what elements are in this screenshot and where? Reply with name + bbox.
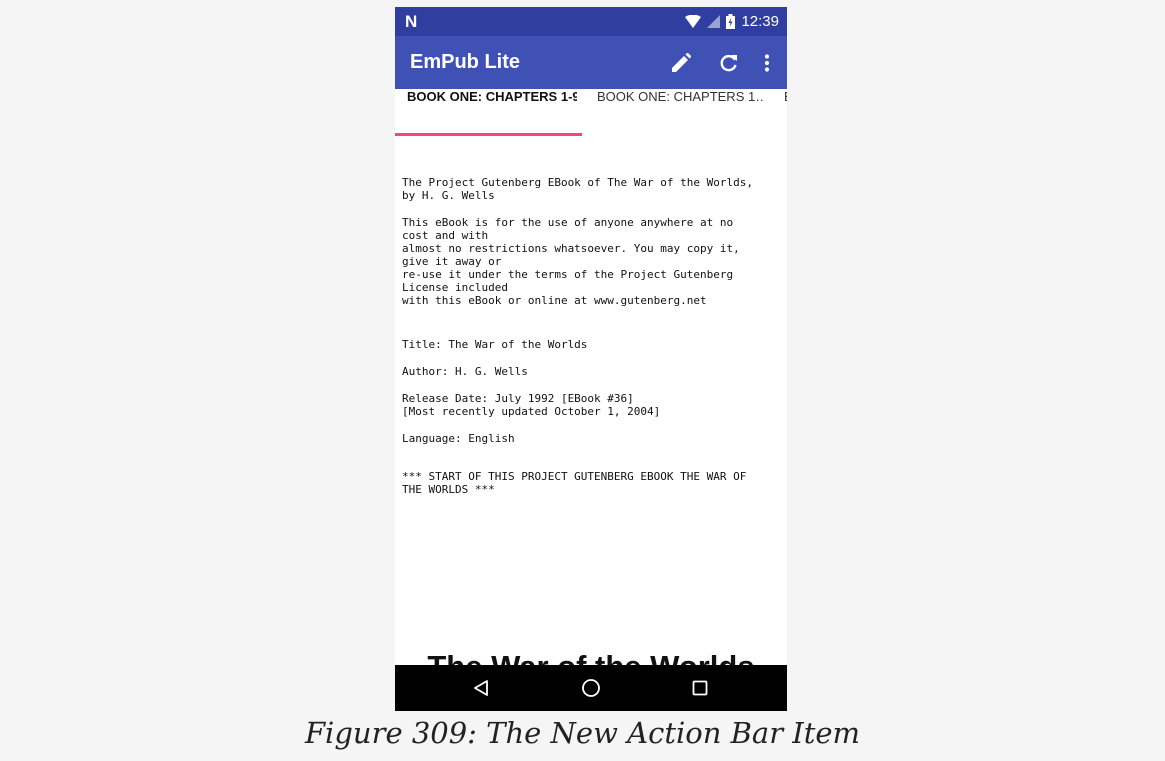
tab-next[interactable]: B (784, 89, 787, 136)
wifi-icon (685, 14, 702, 28)
signal-icon (707, 14, 721, 28)
overflow-menu-button[interactable] (754, 50, 780, 76)
status-bar: N 12:39 (395, 7, 787, 36)
book-content[interactable]: The Project Gutenberg EBook of The War o… (395, 136, 787, 665)
home-icon (582, 679, 600, 697)
status-time: 12:39 (741, 13, 779, 30)
tab-book-one-chapters-10[interactable]: BOOK ONE: CHAPTERS 1… (597, 89, 763, 136)
notification-icon: N (405, 12, 418, 31)
author-line: Author: H. G. Wells (402, 365, 528, 378)
refresh-button[interactable] (716, 50, 742, 76)
refresh-icon (720, 55, 737, 72)
recents-button[interactable] (688, 676, 712, 700)
start-marker: *** START OF THIS PROJECT GUTENBERG EBOO… (402, 470, 747, 496)
book-title-heading: The War of the Worlds (395, 649, 787, 665)
overflow-menu-icon (764, 54, 770, 72)
navigation-bar (395, 665, 787, 711)
figure-caption: Figure 309: The New Action Bar Item (304, 716, 861, 750)
header-text: The Project Gutenberg EBook of The War o… (402, 176, 753, 202)
back-button[interactable] (469, 676, 493, 700)
edit-icon (672, 53, 691, 72)
recents-icon (692, 680, 708, 696)
tab-strip: BOOK ONE: CHAPTERS 1-9 BOOK ONE: CHAPTER… (395, 89, 787, 136)
app-bar: EmPub Lite (395, 36, 787, 89)
phone-screen: N 12:39 EmPub Lite BOOK ONE: CHAPTERS 1-… (395, 7, 787, 711)
back-icon (474, 680, 488, 696)
title-line: Title: The War of the Worlds (402, 338, 588, 351)
edit-button[interactable] (668, 50, 694, 76)
status-icons: 12:39 (685, 13, 779, 30)
home-button[interactable] (579, 676, 603, 700)
app-title: EmPub Lite (410, 51, 521, 73)
language-line: Language: English (402, 432, 515, 445)
tab-book-one-chapters-1-9[interactable]: BOOK ONE: CHAPTERS 1-9 (407, 89, 577, 136)
license-text: This eBook is for the use of anyone anyw… (402, 216, 740, 307)
release-text: Release Date: July 1992 [EBook #36] [Mos… (402, 392, 661, 418)
battery-icon (726, 14, 736, 29)
